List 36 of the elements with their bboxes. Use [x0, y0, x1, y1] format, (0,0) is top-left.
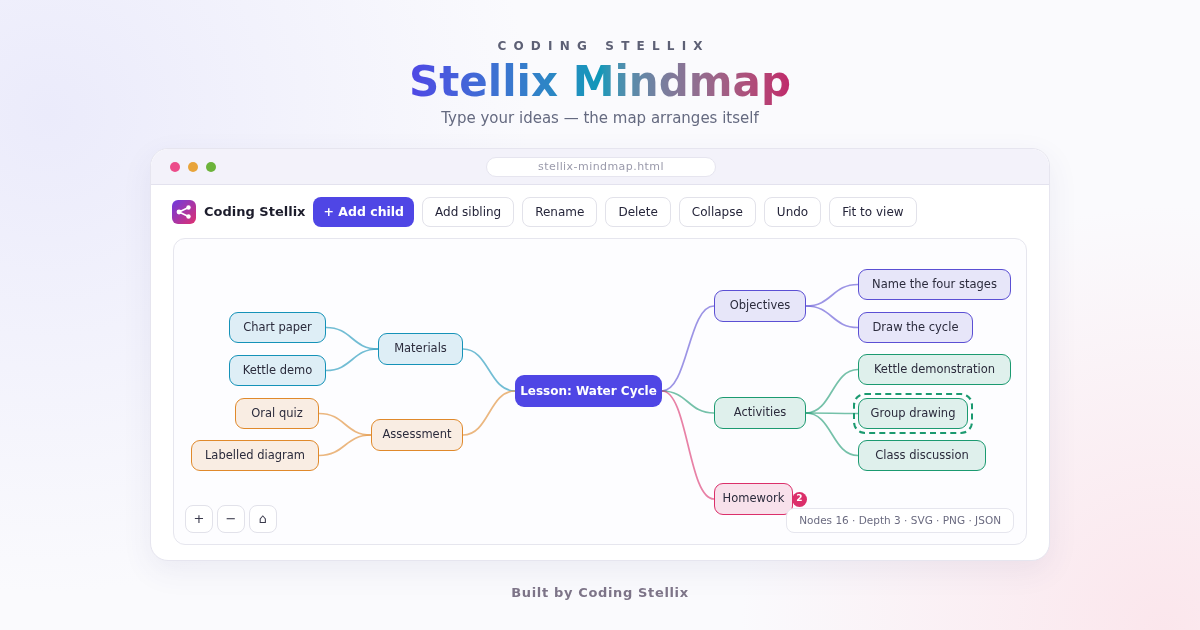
mindmap-node[interactable]: Kettle demonstration — [858, 354, 1011, 385]
mindmap-node[interactable]: Name the four stages — [858, 269, 1011, 300]
toolbar-button[interactable]: Collapse — [678, 197, 756, 227]
mindmap-node[interactable]: Class discussion — [858, 440, 986, 471]
brand-name: Coding Stellix — [204, 203, 306, 222]
connector-line — [318, 434, 372, 457]
toolbar-button[interactable]: Rename — [522, 197, 598, 227]
mindmap-node[interactable]: Materials — [378, 333, 463, 365]
toolbar-button[interactable]: Fit to view — [829, 197, 917, 227]
brand-logo-icon — [172, 200, 196, 224]
mindmap-node[interactable]: Group drawing — [853, 393, 973, 434]
canvas-control-button[interactable]: + — [185, 505, 213, 533]
mindmap-node[interactable]: Activities — [714, 397, 806, 429]
mindmap-node[interactable]: Draw the cycle — [858, 312, 973, 343]
toolbar-button[interactable]: Delete — [605, 197, 671, 227]
status-bar: Nodes 16 · Depth 3 · SVG · PNG · JSON — [786, 508, 1014, 533]
mindmap-node[interactable]: Homework — [714, 483, 793, 515]
mindmap-node[interactable]: Assessment — [371, 419, 463, 451]
mindmap-node[interactable]: Oral quiz — [235, 398, 319, 429]
eyebrow-text: CODING STELLIX — [496, 38, 710, 54]
canvas-control-button[interactable]: ⌂ — [249, 505, 277, 533]
connector-line — [462, 390, 516, 436]
toolbar-button[interactable]: + Add child — [313, 197, 415, 227]
toolbar-button[interactable]: Add sibling — [422, 197, 515, 227]
root-node[interactable]: Lesson: Water Cycle — [515, 375, 662, 407]
mindmap-node[interactable]: Labelled diagram — [191, 440, 319, 471]
canvas-control-button[interactable]: − — [217, 505, 245, 533]
connector-line — [805, 305, 859, 329]
connector-line — [325, 348, 379, 372]
toolbar-button[interactable]: Undo — [763, 197, 822, 227]
footer-text: Built by Coding Stellix — [511, 584, 689, 602]
mindmap-node[interactable]: Chart paper — [229, 312, 326, 343]
mindmap-node[interactable]: Objectives — [714, 290, 806, 322]
mindmap-node[interactable]: Kettle demo — [229, 355, 326, 386]
count-badge: 2 — [792, 491, 807, 507]
subtitle-text: Type your ideas — the map arranges itself — [441, 108, 759, 128]
